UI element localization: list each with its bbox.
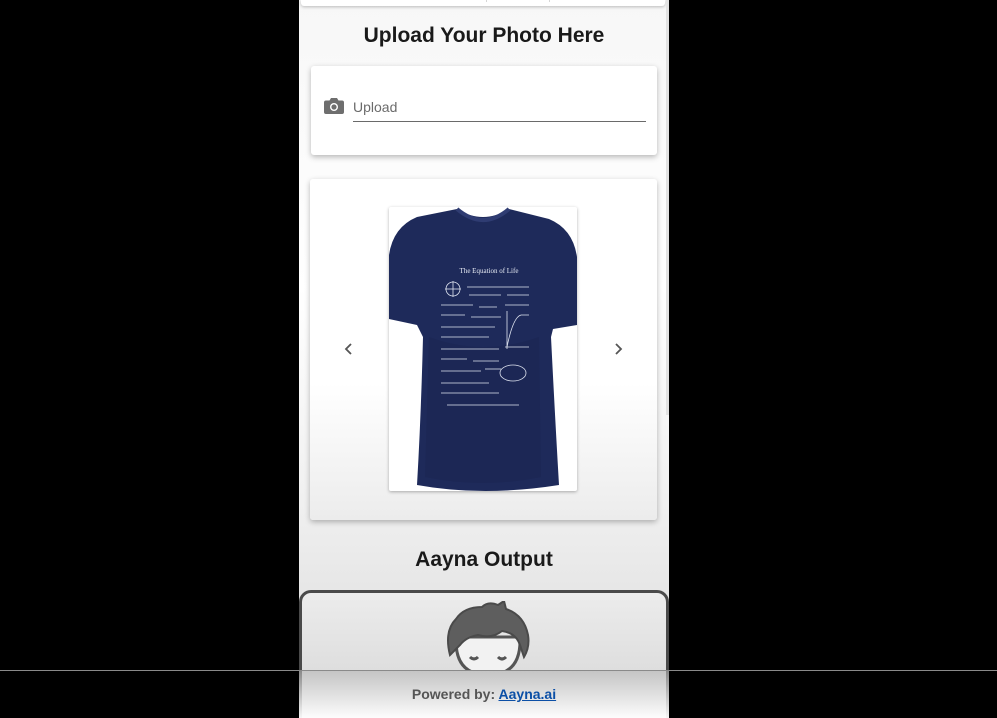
powered-by-footer: Powered by: Aayna.ai [299, 686, 669, 702]
chevron-left-icon[interactable] [339, 339, 359, 359]
scrollbar[interactable] [666, 0, 669, 415]
powered-by-label: Powered by: [411, 686, 496, 702]
app-viewport: Upload Your Photo Here Upload The Equati… [299, 0, 669, 718]
camera-icon[interactable] [324, 98, 344, 114]
product-carousel: The Equation of Life [310, 179, 657, 520]
chevron-right-icon[interactable] [608, 339, 628, 359]
top-card-edge [301, 0, 665, 6]
upload-heading: Upload Your Photo Here [363, 24, 605, 47]
aayna-link[interactable]: Aayna.ai [499, 686, 557, 702]
upload-input[interactable] [353, 93, 646, 115]
screen: Upload Your Photo Here Upload The Equati… [0, 0, 997, 718]
avatar-icon [442, 599, 534, 677]
upload-field[interactable] [353, 93, 646, 122]
tab-divider [486, 0, 550, 2]
print-title: The Equation of Life [460, 267, 519, 275]
output-heading: Aayna Output [415, 548, 553, 571]
upload-card [311, 66, 657, 155]
product-image[interactable]: The Equation of Life [389, 207, 577, 491]
